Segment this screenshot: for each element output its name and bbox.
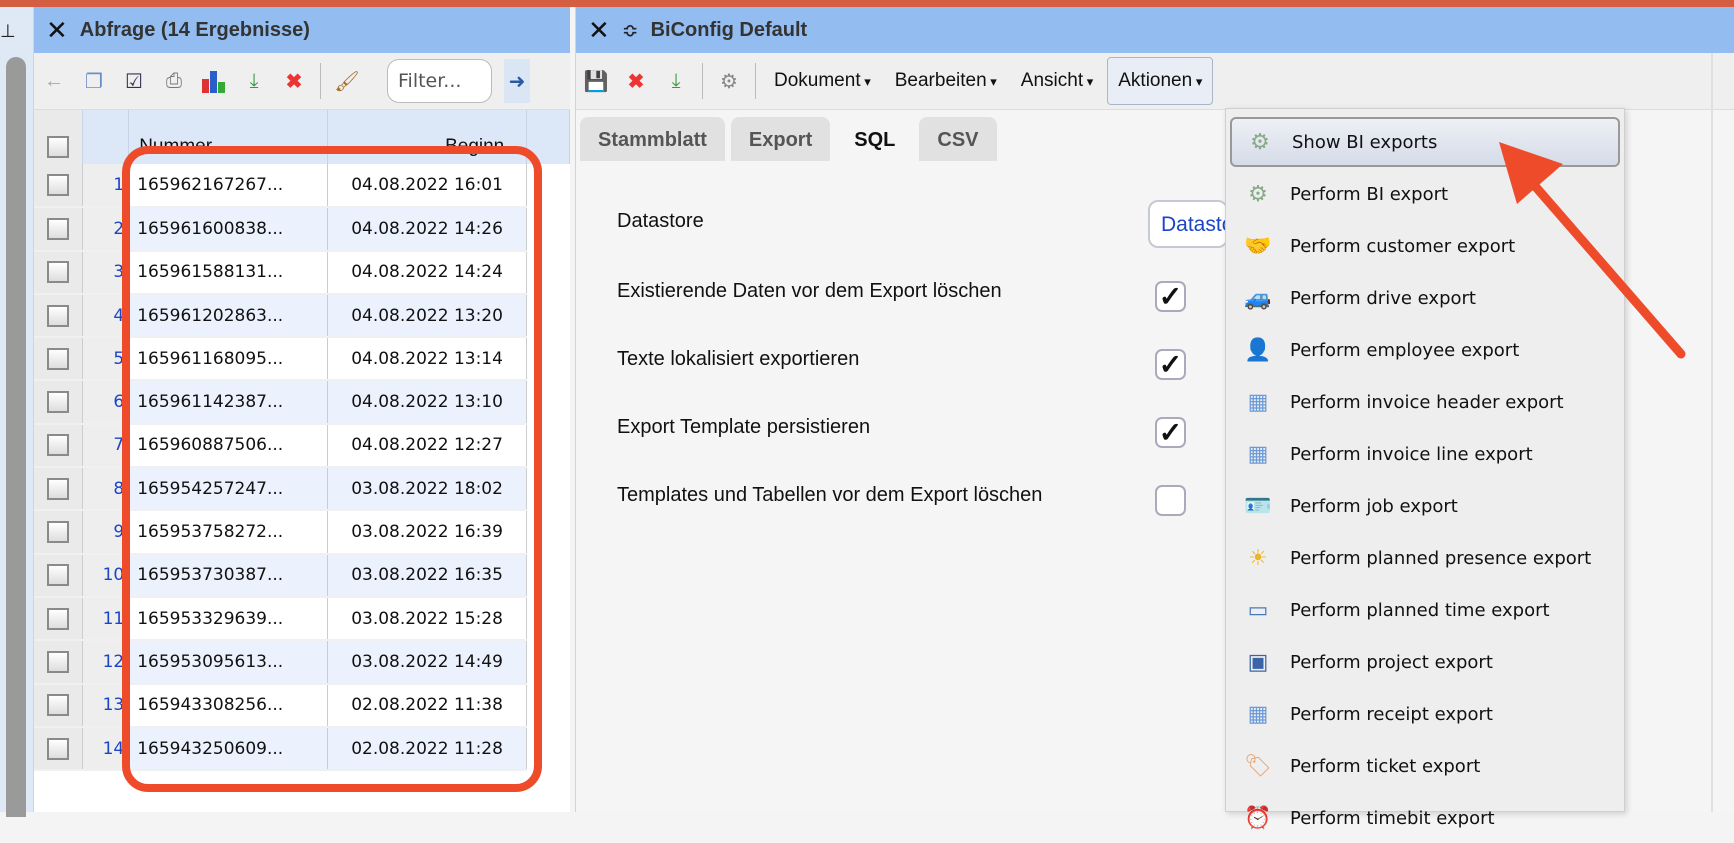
annotation-arrow: [1499, 142, 1686, 359]
